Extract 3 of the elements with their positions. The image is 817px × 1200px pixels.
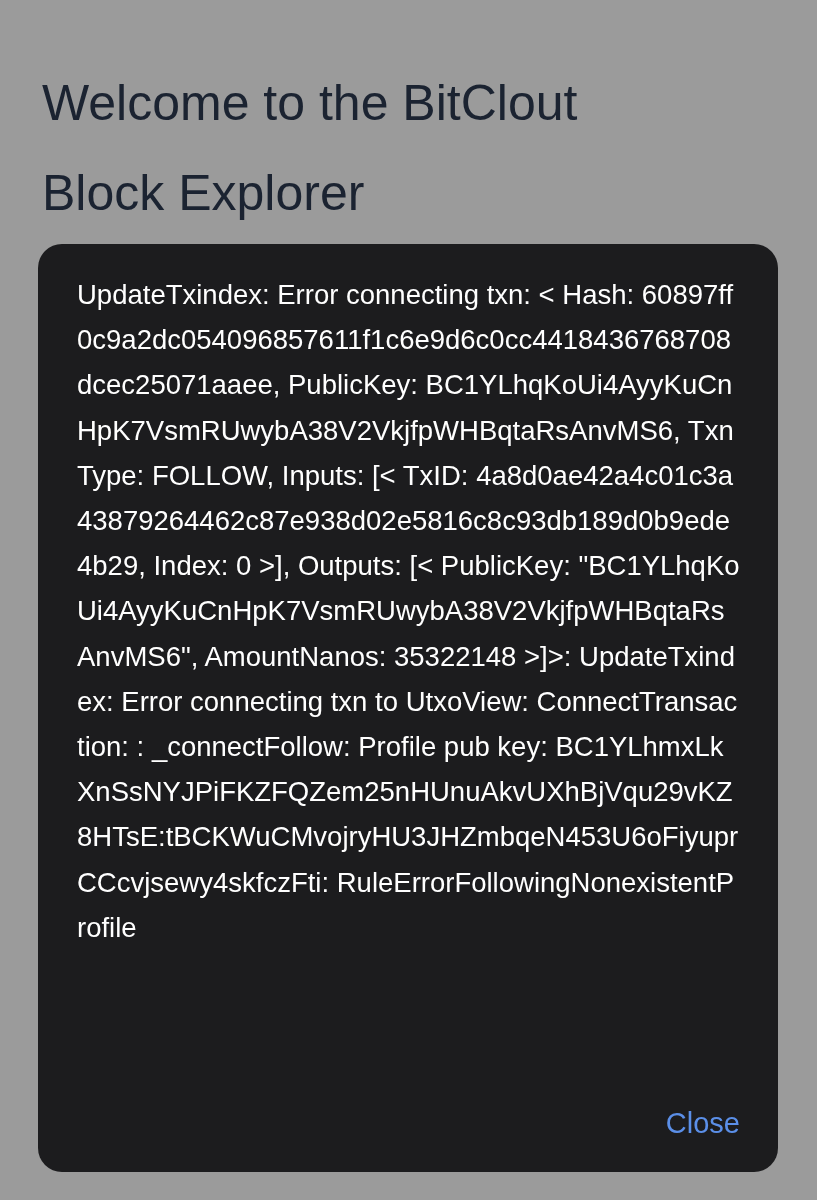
page-title: Welcome to the BitClout Block Explorer bbox=[41, 74, 579, 223]
error-message: UpdateTxindex: Error connecting txn: < Hash: 60897ff0c9a2dc054096857611f1c6e9d6c0cc4418436768708dcec25071aaee, PublicKey: BC1YLhqKoUi4AyyKuCnHpK7VsmRUwybA38V2VkjfpWHBqtaRsAnvMS6, TxnType: FOLLOW, Inputs: [< TxID: 4a8d0ae42a4c01c3a43879264462c87e938d02e5816c8c93db189d0b9ede4b29, Index: 0 >], Outputs: [< PublicKey: "BC1YLhqKoUi4AyyKuCnHpK7VsmRUwybA38V2VkjfpWHBqtaRsAnvMS6", AmountNanos: 35322148 >]>: UpdateTxindex: Error connecting txn to UtxoView: ConnectTransaction: : _connectFollow: Profile pub key: BC1YLhmxLkXnSsNYJPiFKZFQZem25nHUnuAkvUXhBjVqu29vKZ8HTsE:tBCKWuCMvojryHU3JHZmbqeN453U6oFiyuprCCcvjsewy4skfczFti: RuleErrorFollowingNonexistentProfile bbox=[77, 278, 740, 945]
close-button[interactable]: Close bbox=[665, 1107, 740, 1140]
